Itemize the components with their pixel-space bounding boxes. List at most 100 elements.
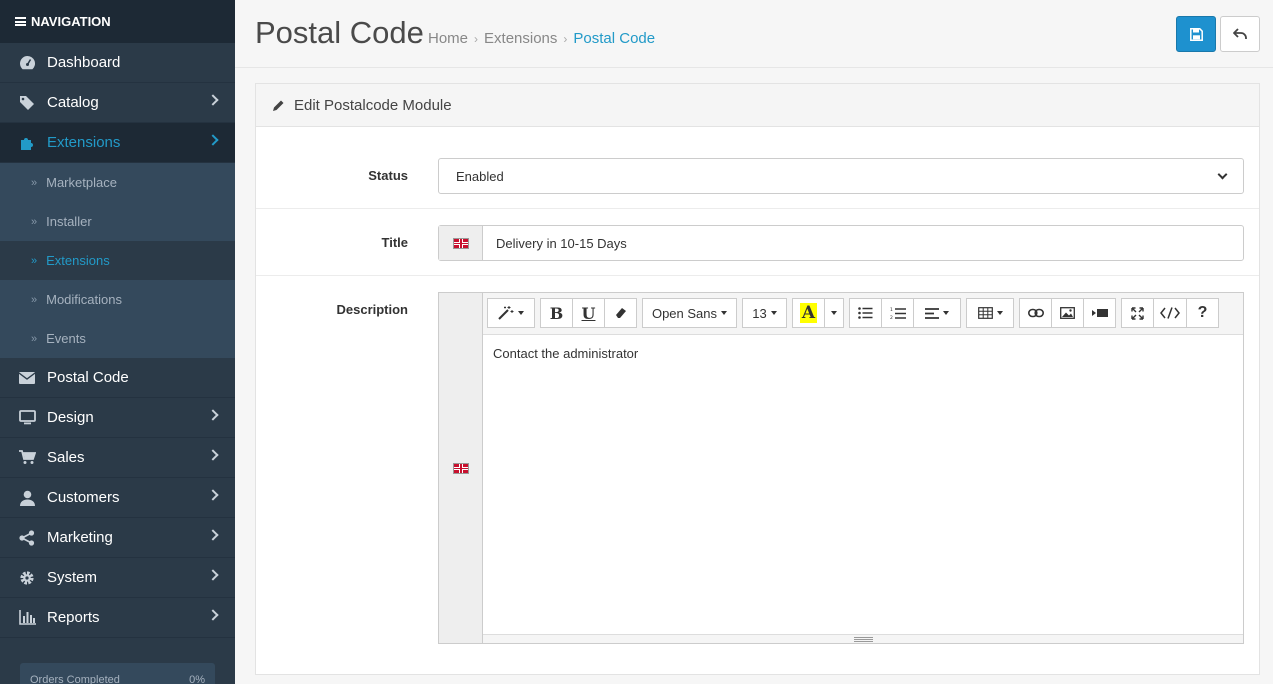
paragraph-align-dropdown[interactable] <box>913 298 961 328</box>
sidebar-item-marketing[interactable]: Marketing <box>0 518 235 558</box>
link-icon <box>1027 308 1044 318</box>
bold-button[interactable]: B <box>540 298 573 328</box>
double-chevron-icon: » <box>31 332 38 345</box>
puzzle-icon <box>18 134 36 152</box>
breadcrumb-current[interactable]: Postal Code <box>573 30 655 47</box>
title-input[interactable]: Delivery in 10-15 Days <box>483 226 627 260</box>
chevron-right-icon <box>207 569 219 581</box>
breadcrumb: Home › Extensions › Postal Code <box>428 30 655 47</box>
pencil-icon <box>273 100 284 111</box>
eraser-icon <box>615 308 626 318</box>
double-chevron-icon: » <box>31 176 38 189</box>
gear-icon <box>18 569 36 587</box>
double-chevron-icon: » <box>31 215 38 228</box>
sidebar-item-customers[interactable]: Customers <box>0 478 235 518</box>
sidebar-item-sales[interactable]: Sales <box>0 438 235 478</box>
language-addon <box>439 226 483 260</box>
code-icon <box>1160 307 1180 319</box>
sidebar-sub-events[interactable]: » Events <box>0 319 235 358</box>
uk-flag-icon <box>452 237 469 249</box>
double-chevron-icon: » <box>31 293 38 306</box>
nav-heading[interactable]: NAVIGATION <box>0 0 235 43</box>
back-button[interactable] <box>1220 16 1260 52</box>
sidebar-item-postal-code[interactable]: Postal Code <box>0 358 235 398</box>
chevron-right-icon <box>207 409 219 421</box>
color-dropdown-button[interactable] <box>824 298 844 328</box>
sidebar-item-extensions[interactable]: Extensions <box>0 123 235 163</box>
chevron-right-icon <box>207 134 219 146</box>
sidebar-item-label: Sales <box>47 449 85 466</box>
panel-heading: Edit Postalcode Module <box>256 84 1259 127</box>
breadcrumb-home[interactable]: Home <box>428 30 468 47</box>
sidebar-item-label: Extensions <box>47 134 121 151</box>
bullet-list-icon <box>858 307 873 319</box>
sidebar-item-label: Postal Code <box>47 369 129 386</box>
sidebar-sub-marketplace[interactable]: » Marketplace <box>0 163 235 202</box>
menu-bars-icon <box>15 17 26 26</box>
sidebar-item-label: Dashboard <box>47 54 121 71</box>
editor-toolbar: B U Open Sans 13 A 1 2 ? <box>483 293 1243 335</box>
numbered-list-icon: 12 <box>890 307 906 320</box>
style-button[interactable] <box>487 298 535 328</box>
highlight-a-icon: A <box>799 303 818 323</box>
sub-item-label: Marketplace <box>46 175 117 190</box>
chevron-down-icon <box>1217 169 1228 179</box>
magic-wand-icon <box>498 306 514 320</box>
page-header: Postal Code Home › Extensions › Postal C… <box>235 0 1273 68</box>
sub-item-label: Modifications <box>46 292 122 307</box>
chevron-right-icon <box>207 489 219 501</box>
extensions-submenu: » Marketplace » Installer » Extensions » Mod… <box>0 163 235 358</box>
description-editor-group: B U Open Sans 13 A 1 2 ? Contact the adm… <box>438 292 1244 644</box>
monitor-icon <box>18 409 36 427</box>
font-family-dropdown[interactable]: Open Sans <box>642 298 737 328</box>
help-button[interactable]: ? <box>1186 298 1219 328</box>
video-button[interactable] <box>1083 298 1116 328</box>
image-button[interactable] <box>1051 298 1084 328</box>
fullscreen-button[interactable] <box>1121 298 1154 328</box>
highlight-color-button[interactable]: A <box>792 298 825 328</box>
dashboard-icon <box>18 54 36 72</box>
table-dropdown[interactable] <box>966 298 1014 328</box>
sidebar-item-dashboard[interactable]: Dashboard <box>0 43 235 83</box>
bar-chart-icon <box>18 609 36 627</box>
underline-button[interactable]: U <box>572 298 605 328</box>
progress-label: Orders Completed <box>30 674 120 684</box>
link-button[interactable] <box>1019 298 1052 328</box>
uk-flag-icon <box>452 462 469 474</box>
grip-icon <box>853 636 873 642</box>
sidebar-item-system[interactable]: System <box>0 558 235 598</box>
sidebar-item-reports[interactable]: Reports <box>0 598 235 638</box>
svg-text:2: 2 <box>890 315 893 320</box>
sidebar-sub-installer[interactable]: » Installer <box>0 202 235 241</box>
floppy-disk-icon <box>1189 27 1203 41</box>
nav-heading-label: NAVIGATION <box>31 14 111 29</box>
save-button[interactable] <box>1176 16 1216 52</box>
status-select[interactable]: Enabled <box>438 158 1244 194</box>
font-family-value: Open Sans <box>651 305 718 321</box>
breadcrumb-extensions[interactable]: Extensions <box>484 30 557 47</box>
sidebar-item-design[interactable]: Design <box>0 398 235 438</box>
title-label: Title <box>381 235 409 250</box>
editor-resize-handle[interactable] <box>483 634 1243 643</box>
sidebar-item-label: System <box>47 569 98 586</box>
unordered-list-button[interactable] <box>849 298 882 328</box>
clear-format-button[interactable] <box>604 298 637 328</box>
sidebar: NAVIGATION Dashboard Catalog Extensions … <box>0 0 235 684</box>
font-size-value: 13 <box>752 305 767 321</box>
progress-value: 0% <box>189 674 205 684</box>
reply-icon <box>1233 28 1247 39</box>
font-size-dropdown[interactable]: 13 <box>742 298 787 328</box>
orders-completed-progress: Orders Completed 0% <box>20 663 215 684</box>
description-content[interactable]: Contact the administrator <box>483 335 1243 372</box>
image-icon <box>1060 307 1075 319</box>
sub-item-label: Extensions <box>46 253 110 268</box>
sidebar-item-catalog[interactable]: Catalog <box>0 83 235 123</box>
table-icon <box>977 307 993 319</box>
envelope-icon <box>18 369 36 387</box>
code-view-button[interactable] <box>1153 298 1187 328</box>
sidebar-item-label: Reports <box>47 609 100 626</box>
sidebar-sub-modifications[interactable]: » Modifications <box>0 280 235 319</box>
ordered-list-button[interactable]: 12 <box>881 298 914 328</box>
sidebar-sub-extensions[interactable]: » Extensions <box>0 241 235 280</box>
breadcrumb-separator-icon: › <box>563 32 568 46</box>
